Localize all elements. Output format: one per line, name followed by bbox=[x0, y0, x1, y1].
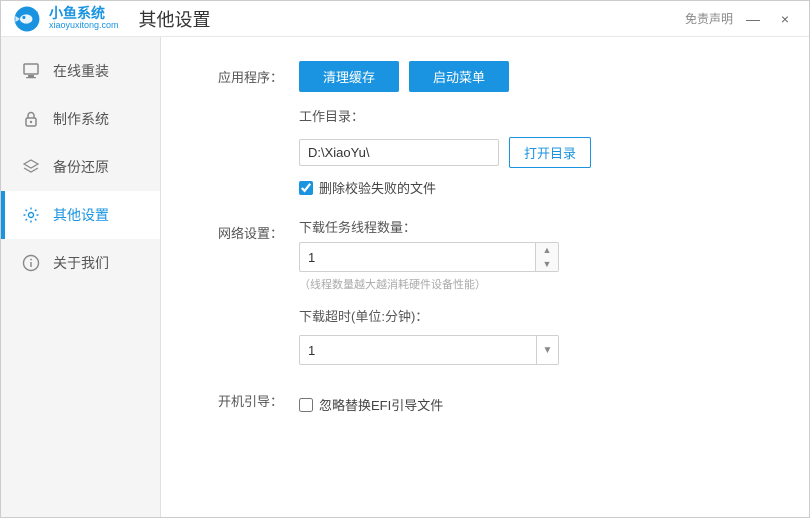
disclaimer-link[interactable]: 免责声明 bbox=[685, 10, 733, 27]
app-section-content: 清理缓存 启动菜单 工作目录： 打开目录 删除校验失败的文件 bbox=[299, 61, 777, 197]
network-section-label: 网络设置： bbox=[193, 217, 283, 242]
spinner-buttons: ▲ ▼ bbox=[535, 243, 558, 271]
content-area: 应用程序： 清理缓存 启动菜单 工作目录： 打开目录 删除校验失败的文件 bbox=[161, 37, 809, 517]
delete-failed-row: 删除校验失败的文件 bbox=[299, 178, 777, 197]
network-section-content: 下载任务线程数量： ▲ ▼ （线程数量越大越消耗硬件设备性能） 下载超时(单位:… bbox=[299, 217, 777, 365]
sidebar-label-online-reinstall: 在线重装 bbox=[53, 61, 109, 81]
layers-icon bbox=[21, 157, 41, 177]
download-timeout-input[interactable] bbox=[300, 338, 536, 363]
app-btn-row: 清理缓存 启动菜单 bbox=[299, 61, 777, 92]
app-window: 小鱼系统 xiaoyuxitong.com 其他设置 免责声明 — × bbox=[0, 0, 810, 518]
download-threads-spinner: ▲ ▼ bbox=[299, 242, 559, 272]
work-dir-row: 打开目录 bbox=[299, 137, 777, 168]
download-threads-hint: （线程数量越大越消耗硬件设备性能） bbox=[299, 276, 777, 292]
ignore-efi-label[interactable]: 忽略替换EFI引导文件 bbox=[319, 395, 443, 414]
sidebar-label-make-system: 制作系统 bbox=[53, 109, 109, 129]
page-title: 其他设置 bbox=[139, 6, 211, 32]
delete-failed-checkbox[interactable] bbox=[299, 181, 313, 195]
delete-failed-label[interactable]: 删除校验失败的文件 bbox=[319, 178, 436, 197]
boot-section-content: 忽略替换EFI引导文件 bbox=[299, 385, 777, 414]
launch-menu-button[interactable]: 启动菜单 bbox=[409, 61, 509, 92]
logo-subtitle: xiaoyuxitong.com bbox=[49, 21, 119, 31]
app-section: 应用程序： 清理缓存 启动菜单 工作目录： 打开目录 删除校验失败的文件 bbox=[193, 61, 777, 197]
gear-icon bbox=[21, 205, 41, 225]
dropdown-arrow-icon[interactable]: ▼ bbox=[536, 336, 558, 364]
close-button[interactable]: × bbox=[773, 7, 797, 31]
sidebar-label-backup-restore: 备份还原 bbox=[53, 157, 109, 177]
network-section: 网络设置： 下载任务线程数量： ▲ ▼ （线程数量越大越消耗硬件设备性能） 下载… bbox=[193, 217, 777, 365]
ignore-efi-checkbox[interactable] bbox=[299, 398, 313, 412]
sidebar-item-online-reinstall[interactable]: 在线重装 bbox=[1, 47, 160, 95]
boot-section: 开机引导： 忽略替换EFI引导文件 bbox=[193, 385, 777, 414]
boot-section-label: 开机引导： bbox=[193, 385, 283, 410]
monitor-icon bbox=[21, 61, 41, 81]
clear-cache-button[interactable]: 清理缓存 bbox=[299, 61, 399, 92]
download-timeout-label: 下载超时(单位:分钟)： bbox=[299, 306, 777, 325]
sidebar: 在线重装 制作系统 bbox=[1, 37, 161, 517]
app-section-label: 应用程序： bbox=[193, 61, 283, 86]
work-dir-label: 工作目录： bbox=[299, 106, 777, 125]
sidebar-label-other-settings: 其他设置 bbox=[53, 205, 109, 225]
logo-icon bbox=[13, 5, 41, 33]
sidebar-label-about-us: 关于我们 bbox=[53, 253, 109, 273]
sidebar-item-about-us[interactable]: 关于我们 bbox=[1, 239, 160, 287]
work-dir-input[interactable] bbox=[299, 139, 499, 166]
title-bar: 小鱼系统 xiaoyuxitong.com 其他设置 免责声明 — × bbox=[1, 1, 809, 37]
sidebar-item-make-system[interactable]: 制作系统 bbox=[1, 95, 160, 143]
sidebar-item-other-settings[interactable]: 其他设置 bbox=[1, 191, 160, 239]
logo-text: 小鱼系统 xiaoyuxitong.com bbox=[49, 6, 119, 31]
lock-icon bbox=[21, 109, 41, 129]
sidebar-item-backup-restore[interactable]: 备份还原 bbox=[1, 143, 160, 191]
logo-title: 小鱼系统 bbox=[49, 6, 119, 21]
download-threads-input[interactable] bbox=[300, 245, 535, 270]
info-icon bbox=[21, 253, 41, 273]
download-threads-label: 下载任务线程数量： bbox=[299, 217, 777, 236]
main-content: 在线重装 制作系统 bbox=[1, 37, 809, 517]
open-dir-button[interactable]: 打开目录 bbox=[509, 137, 591, 168]
download-timeout-dropdown: ▼ bbox=[299, 335, 559, 365]
minimize-button[interactable]: — bbox=[741, 7, 765, 31]
spinner-down-button[interactable]: ▼ bbox=[536, 257, 558, 271]
title-bar-right: 免责声明 — × bbox=[685, 7, 797, 31]
title-bar-left: 小鱼系统 xiaoyuxitong.com 其他设置 bbox=[13, 5, 211, 33]
spinner-up-button[interactable]: ▲ bbox=[536, 243, 558, 257]
ignore-efi-row: 忽略替换EFI引导文件 bbox=[299, 395, 777, 414]
